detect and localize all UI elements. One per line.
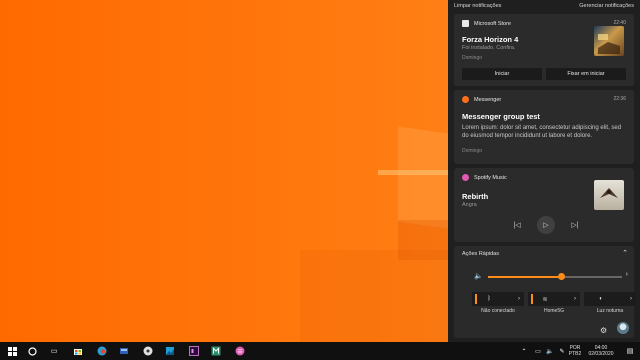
store-app-name: Microsoft Store xyxy=(474,20,511,27)
play-icon: ▷ xyxy=(543,222,549,229)
premiere-icon[interactable] xyxy=(186,344,202,358)
messenger-icon xyxy=(462,96,469,103)
spotify-app-name: Spotify Music xyxy=(474,174,507,181)
search-icon[interactable] xyxy=(24,344,40,358)
wifi-tile[interactable]: ≋ › xyxy=(528,292,580,306)
media-player-icon[interactable] xyxy=(140,344,156,358)
photos-icon[interactable] xyxy=(162,344,178,358)
store-day: Domingo xyxy=(462,55,483,61)
night-light-expand-icon[interactable]: › xyxy=(630,296,632,302)
tile-active-indicator xyxy=(475,294,477,304)
bluetooth-expand-icon[interactable]: › xyxy=(518,296,520,302)
spotify-notification[interactable]: Spotify Music Rebirth Angra |◁ ▷ ▷| xyxy=(454,168,634,242)
gallery-icon xyxy=(166,347,174,355)
audio-output-chevron-icon[interactable]: › xyxy=(626,271,628,278)
messenger-card-header: Messenger xyxy=(462,96,501,103)
clock-date: 02/03/2020 xyxy=(588,351,614,357)
volume-icon[interactable]: 🔈 xyxy=(474,272,483,280)
messenger-body: Lorem ipsum: dolor sit amet, consectetur… xyxy=(462,125,622,139)
wifi-label: Home5G xyxy=(543,308,564,314)
spotify-taskbar-icon[interactable] xyxy=(232,344,248,358)
inbox-icon xyxy=(120,348,128,354)
previous-track-icon[interactable]: |◁ xyxy=(510,218,524,232)
night-light-tile[interactable]: ◐ › xyxy=(584,292,636,306)
bluetooth-label: Não conectado xyxy=(481,308,515,314)
wallpaper-floor xyxy=(300,250,448,342)
collapse-chevron-icon[interactable]: ⌃ xyxy=(622,249,628,257)
music-app-icon xyxy=(235,346,245,356)
quick-actions-panel: Ações Rápidas ⌃ 🔈 › ᛒ › Não conectado ≋ … xyxy=(454,246,636,338)
wallpaper-light-line xyxy=(378,170,448,175)
app-tile-icon xyxy=(189,346,199,356)
action-center: Limpar notificações Gerenciar notificaçõ… xyxy=(448,0,640,342)
m-tile-icon xyxy=(211,346,221,356)
avatar[interactable] xyxy=(617,322,629,334)
album-art xyxy=(594,180,624,210)
tile-active-indicator xyxy=(531,294,533,304)
volume-thumb[interactable] xyxy=(558,273,566,280)
action-center-header: Limpar notificações Gerenciar notificaçõ… xyxy=(448,0,640,12)
action-center-icon[interactable]: ▤ xyxy=(622,344,638,358)
taskbar: ▭ ⌃ ▭ 🔈 ✎ POR PTB2 04:00 02/03/2020 ▤ xyxy=(0,342,640,360)
bluetooth-tile[interactable]: ᛒ › xyxy=(472,292,524,306)
store-subtitle: Foi instalado. Confira. xyxy=(462,45,516,51)
album-art-icon xyxy=(600,188,618,198)
edge-icon[interactable] xyxy=(94,344,110,358)
store-taskbar-icon[interactable] xyxy=(70,344,86,358)
input-language[interactable]: POR PTB2 xyxy=(566,345,584,357)
task-view-icon[interactable]: ▭ xyxy=(46,344,62,358)
next-track-icon[interactable]: ▷| xyxy=(568,218,582,232)
game-thumbnail xyxy=(594,26,624,56)
m-app-icon[interactable] xyxy=(208,344,224,358)
spotify-icon xyxy=(462,174,469,181)
messenger-title: Messenger group test xyxy=(462,112,540,121)
bluetooth-icon: ᛒ xyxy=(487,296,491,302)
store-notification[interactable]: Microsoft Store 22:40 Forza Horizon 4 Fo… xyxy=(454,14,634,86)
track-artist: Angra xyxy=(462,202,477,208)
clock[interactable]: 04:00 02/03/2020 xyxy=(584,345,618,357)
messenger-time: 22:36 xyxy=(613,96,626,102)
wallpaper-light-beam xyxy=(398,126,448,229)
store-card-header: Microsoft Store xyxy=(462,20,511,27)
track-title: Rebirth xyxy=(462,192,489,201)
store-icon xyxy=(462,20,469,27)
spotify-card-header: Spotify Music xyxy=(462,174,507,181)
messenger-notification[interactable]: Messenger 22:36 Messenger group test Lor… xyxy=(454,90,634,164)
disc-icon xyxy=(143,346,153,356)
settings-gear-icon[interactable]: ⚙ xyxy=(600,326,607,335)
manage-notifications-link[interactable]: Gerenciar notificações xyxy=(579,3,634,9)
keyboard-layout: PTB2 xyxy=(568,351,582,357)
game-art-icon xyxy=(598,34,620,54)
edge-logo-icon xyxy=(97,346,107,356)
messenger-app-name: Messenger xyxy=(474,96,502,103)
night-light-icon: ◐ xyxy=(599,296,603,302)
mail-icon[interactable] xyxy=(116,344,132,358)
start-button[interactable] xyxy=(4,344,20,358)
pin-to-start-button[interactable]: Fixar em iniciar xyxy=(546,68,626,80)
quick-actions-title: Ações Rápidas xyxy=(462,251,499,257)
windows-logo-icon xyxy=(7,346,17,356)
start-button[interactable]: Iniciar xyxy=(462,68,542,80)
cortana-circle-icon xyxy=(27,346,37,356)
wifi-icon: ≋ xyxy=(542,296,548,303)
volume-slider[interactable] xyxy=(488,273,622,280)
wifi-expand-icon[interactable]: › xyxy=(574,296,576,302)
play-button[interactable]: ▷ xyxy=(537,216,555,234)
night-light-label: Luz noturna xyxy=(596,308,624,314)
clear-notifications-link[interactable]: Limpar notificações xyxy=(454,3,501,9)
store-title: Forza Horizon 4 xyxy=(462,35,519,44)
messenger-day: Domingo xyxy=(462,148,483,154)
volume-fill xyxy=(488,276,562,278)
shopping-bag-icon xyxy=(74,349,82,355)
